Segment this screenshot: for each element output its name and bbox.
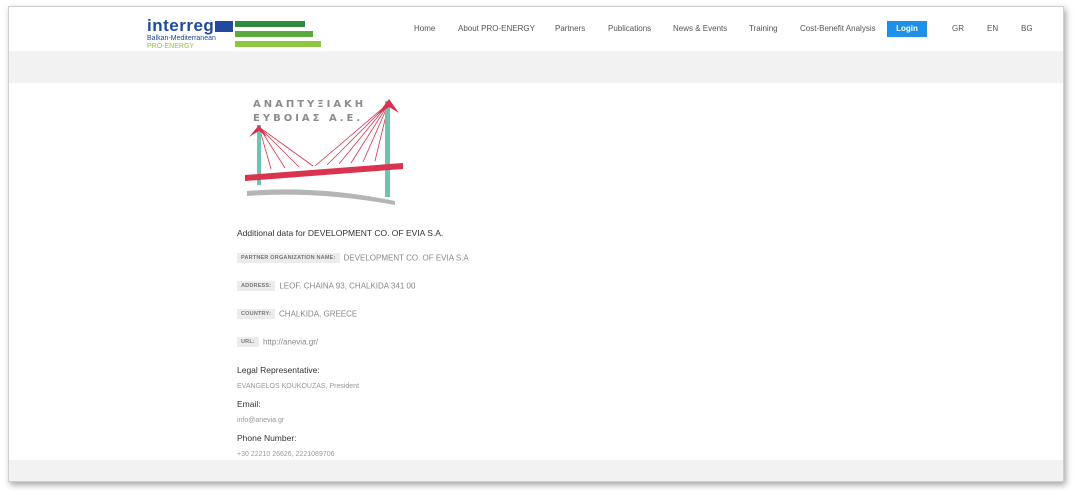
field-organization-name: PARTNER ORGANIZATION NAME: DEVELOPMENT CO… bbox=[237, 253, 469, 263]
field-tag: URL: bbox=[237, 337, 259, 347]
lang-gr[interactable]: GR bbox=[952, 23, 964, 35]
bridge-icon bbox=[245, 99, 403, 205]
legal-rep-label: Legal Representative: bbox=[237, 365, 320, 375]
eu-flag-icon bbox=[215, 21, 233, 32]
nav-home[interactable]: Home bbox=[414, 23, 435, 35]
logo-stripe-icon bbox=[235, 41, 321, 47]
nav-about[interactable]: About PRO-ENERGY bbox=[458, 23, 535, 35]
field-value: DEVELOPMENT CO. OF EVIA S.A bbox=[343, 253, 469, 263]
browser-page: interreg Balkan-Mediterranean PRO-ENERGY… bbox=[8, 6, 1064, 482]
nav-training[interactable]: Training bbox=[749, 23, 778, 35]
partner-heading: Additional data for DEVELOPMENT CO. OF E… bbox=[237, 228, 444, 238]
footer-band bbox=[9, 460, 1063, 481]
lang-en[interactable]: EN bbox=[987, 23, 998, 35]
site-header: interreg Balkan-Mediterranean PRO-ENERGY… bbox=[9, 7, 1063, 51]
field-country: COUNTRY: CHALKIDA, GREECE bbox=[237, 309, 357, 319]
field-tag: COUNTRY: bbox=[237, 309, 276, 319]
field-tag: ADDRESS: bbox=[237, 281, 276, 291]
nav-publications[interactable]: Publications bbox=[608, 23, 651, 35]
email-label: Email: bbox=[237, 399, 261, 409]
field-tag: PARTNER ORGANIZATION NAME: bbox=[237, 253, 340, 263]
login-button[interactable]: Login bbox=[887, 21, 927, 37]
logo-stripe-icon bbox=[235, 31, 313, 37]
field-value: CHALKIDA, GREECE bbox=[279, 309, 358, 319]
lang-bg[interactable]: BG bbox=[1021, 23, 1033, 35]
field-url: URL: http://anevia.gr/ bbox=[237, 337, 318, 347]
field-address: ADDRESS: LEOF. CHAINA 93, CHALKIDA 341 00 bbox=[237, 281, 415, 291]
phone-label: Phone Number: bbox=[237, 433, 297, 443]
header-band bbox=[9, 51, 1063, 83]
legal-rep-value: EVANGELOS KOUKOUZAS, President bbox=[237, 383, 360, 390]
field-value: LEOF. CHAINA 93, CHALKIDA 341 00 bbox=[279, 281, 416, 291]
nav-partners[interactable]: Partners bbox=[555, 23, 585, 35]
nav-cost-benefit[interactable]: Cost-Benefit Analysis bbox=[800, 23, 876, 35]
partner-logo: ΑΝΑΠΤΥΞΙΑΚΗ ΕΥΒΟΙΑΣ Α.Ε. bbox=[237, 97, 403, 205]
interreg-logo[interactable]: interreg Balkan-Mediterranean PRO-ENERGY bbox=[147, 17, 327, 51]
logo-brand-text: interreg bbox=[147, 16, 215, 35]
email-value[interactable]: info@anevia.gr bbox=[237, 417, 284, 424]
nav-news-events[interactable]: News & Events bbox=[673, 23, 727, 35]
logo-subtitle: Balkan-Mediterranean bbox=[147, 35, 216, 42]
logo-stripe-icon bbox=[235, 21, 305, 27]
phone-value: +30 22210 26626, 2221089706 bbox=[237, 451, 335, 458]
logo-project-name: PRO-ENERGY bbox=[147, 43, 195, 50]
partner-url-link[interactable]: http://anevia.gr/ bbox=[263, 338, 318, 347]
